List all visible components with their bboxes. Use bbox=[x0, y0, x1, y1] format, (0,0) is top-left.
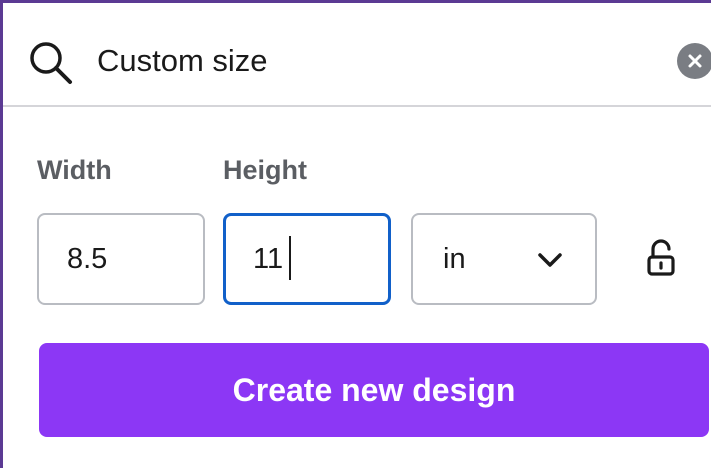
height-label: Height bbox=[223, 155, 307, 185]
width-field[interactable] bbox=[37, 213, 205, 305]
height-field[interactable] bbox=[223, 213, 391, 305]
text-cursor bbox=[289, 236, 291, 280]
aspect-lock-button[interactable] bbox=[643, 237, 683, 281]
clear-search-button[interactable] bbox=[677, 43, 711, 79]
search-input[interactable] bbox=[97, 33, 657, 89]
unit-selected-value: in bbox=[443, 243, 466, 275]
create-new-design-button[interactable]: Create new design bbox=[39, 343, 709, 437]
unit-dropdown[interactable]: in bbox=[411, 213, 597, 305]
close-icon bbox=[688, 54, 702, 68]
custom-size-panel: Width Height in Create new design bbox=[0, 0, 711, 468]
search-bar bbox=[3, 3, 711, 107]
chevron-down-icon bbox=[538, 253, 562, 267]
search-icon bbox=[30, 42, 72, 84]
width-label: Width bbox=[37, 155, 112, 185]
unlocked-padlock-icon bbox=[647, 239, 675, 276]
